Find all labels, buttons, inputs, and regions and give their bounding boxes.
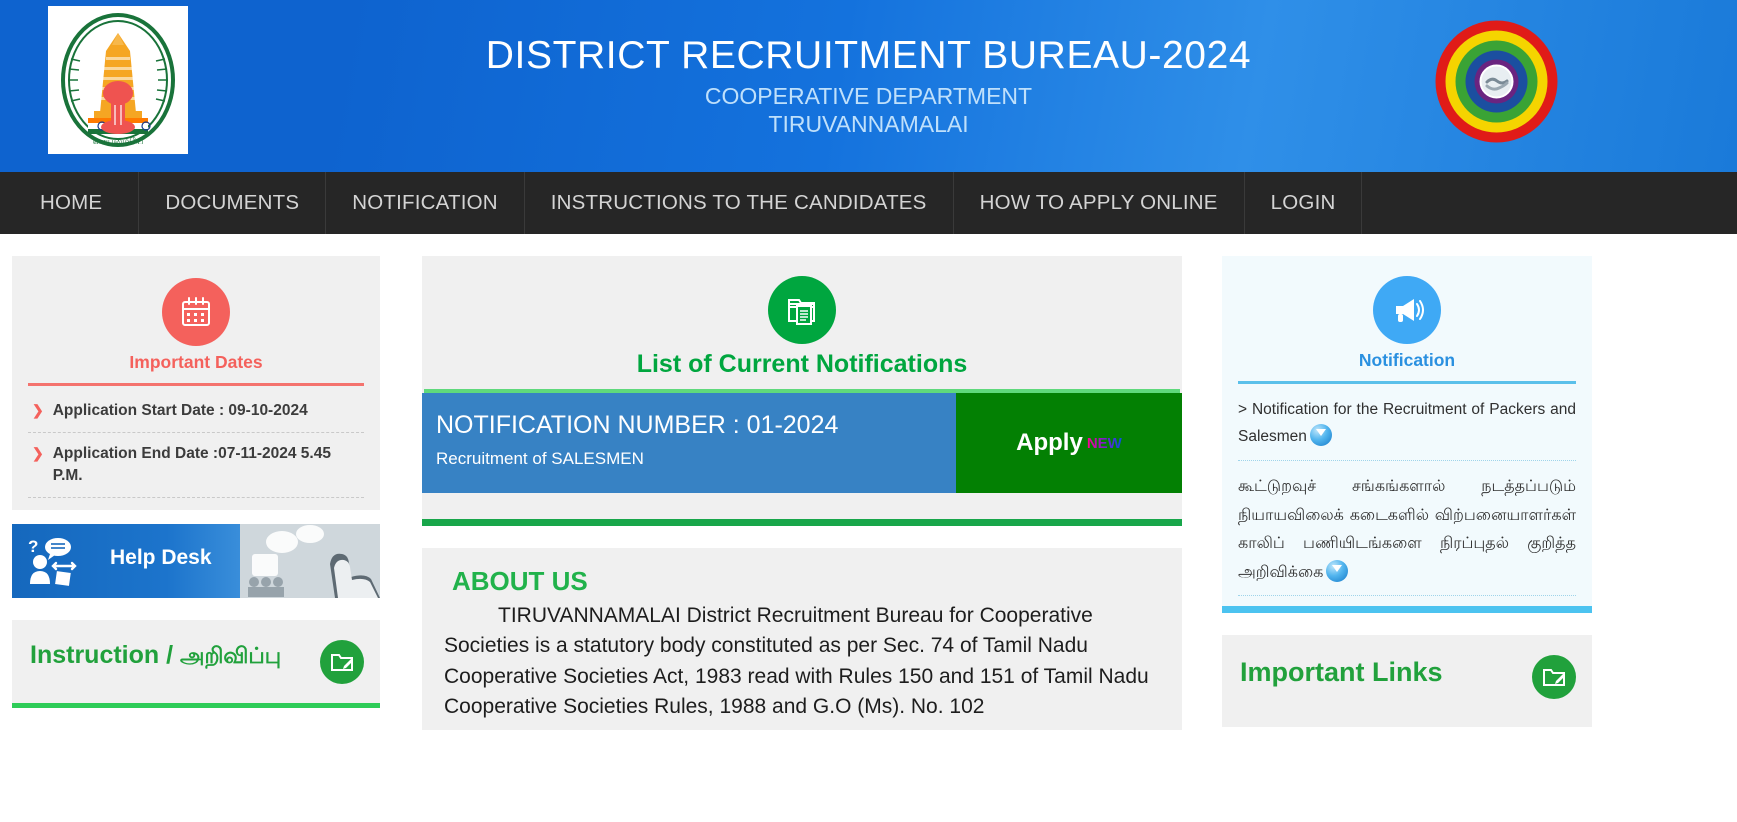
about-us-body: TIRUVANNAMALAI District Recruitment Bure…: [444, 604, 1149, 719]
download-icon[interactable]: [1326, 559, 1349, 582]
svg-text:?: ?: [28, 537, 38, 556]
cooperative-rainbow-logo-icon: [1433, 18, 1560, 145]
notice-text-tamil: கூட்டுறவுச் சங்கங்களால் நடத்தப்படும் நிய…: [1238, 478, 1576, 581]
help-desk-icon: ?: [28, 536, 80, 586]
current-notifications-card: List of Current Notifications NOTIFICATI…: [422, 256, 1182, 526]
nav-item-login[interactable]: LOGIN: [1245, 172, 1363, 234]
megaphone-icon: [1373, 276, 1441, 344]
instruction-title-ta: அறிவிப்பு: [180, 643, 282, 668]
main-content: List of Current Notifications NOTIFICATI…: [422, 256, 1182, 730]
help-desk-label: Help Desk: [110, 546, 212, 569]
chevron-right-icon: ❯: [32, 402, 44, 418]
tamil-nadu-emblem: வாய்மையே: [48, 6, 188, 154]
instruction-title: Instruction / அறிவிப்பு: [28, 634, 364, 682]
notifications-footer: [422, 493, 1182, 519]
divider: [12, 703, 380, 708]
important-dates-title: Important Dates: [129, 352, 263, 372]
nav-item-documents[interactable]: DOCUMENTS: [139, 172, 327, 234]
svg-text:வாய்மையே: வாய்மையே: [93, 136, 144, 146]
notice-list-item[interactable]: கூட்டுறவுச் சங்கங்களால் நடத்தப்படும் நிய…: [1238, 461, 1576, 597]
documents-folder-icon: [768, 276, 836, 344]
important-dates-list: ❯ Application Start Date : 09-10-2024 ❯ …: [28, 390, 364, 498]
page-body: Important Dates ❯ Application Start Date…: [0, 234, 1737, 730]
nav-item-notification[interactable]: NOTIFICATION: [326, 172, 525, 234]
download-icon[interactable]: [1309, 424, 1332, 447]
right-sidebar: Notification > Notification for the Recr…: [1222, 256, 1592, 728]
apply-button[interactable]: Apply NEW: [956, 393, 1182, 493]
important-links-title: Important Links: [1240, 657, 1443, 688]
divider: [422, 519, 1182, 526]
notification-info: NOTIFICATION NUMBER : 01-2024 Recruitmen…: [422, 393, 956, 493]
about-us-title: ABOUT US: [452, 566, 588, 596]
nav-item-home[interactable]: HOME: [0, 172, 140, 234]
notification-number: NOTIFICATION NUMBER : 01-2024: [436, 411, 839, 439]
notification-card-title: Notification: [1358, 350, 1456, 370]
nav-item-instructions[interactable]: INSTRUCTIONS TO THE CANDIDATES: [525, 172, 954, 234]
list-item: ❯ Application Start Date : 09-10-2024: [28, 390, 364, 433]
notification-card: Notification > Notification for the Recr…: [1222, 256, 1592, 614]
new-badge: NEW: [1086, 434, 1122, 452]
list-item: ❯ Application End Date :07-11-2024 5.45 …: [28, 433, 364, 498]
notification-row: NOTIFICATION NUMBER : 01-2024 Recruitmen…: [422, 393, 1182, 493]
application-start-date: Application Start Date : 09-10-2024: [52, 402, 308, 419]
help-desk-banner[interactable]: ? Help Desk: [12, 524, 380, 598]
notifications-title: List of Current Notifications: [636, 350, 968, 378]
help-desk-photo: [240, 524, 380, 598]
chevron-right-icon: ❯: [32, 445, 44, 461]
nav-item-how-to-apply[interactable]: HOW TO APPLY ONLINE: [954, 172, 1245, 234]
folder-edit-icon[interactable]: [1532, 655, 1576, 700]
notice-list-item[interactable]: > Notification for the Recruitment of Pa…: [1238, 384, 1576, 462]
divider: [28, 383, 364, 386]
notification-description: Recruitment of SALESMEN: [436, 449, 644, 468]
main-navigation: HOME DOCUMENTS NOTIFICATION INSTRUCTIONS…: [0, 172, 1737, 234]
folder-edit-icon[interactable]: [320, 640, 364, 684]
important-dates-card: Important Dates ❯ Application Start Date…: [12, 256, 380, 510]
instruction-title-en: Instruction /: [30, 641, 180, 669]
site-header: வாய்மையே DISTRICT RECRUITMENT BUREAU-202…: [0, 0, 1737, 172]
left-sidebar: Important Dates ❯ Application Start Date…: [12, 256, 380, 708]
about-us-card: ABOUT US TIRUVANNAMALAI District Recruit…: [422, 548, 1182, 730]
notice-text: > Notification for the Recruitment of Pa…: [1238, 401, 1576, 446]
important-links-card[interactable]: Important Links: [1222, 635, 1592, 728]
instruction-card[interactable]: Instruction / அறிவிப்பு: [12, 620, 380, 708]
calendar-icon: [162, 278, 230, 346]
apply-label: Apply: [1016, 429, 1083, 456]
application-end-date: Application End Date :07-11-2024 5.45 P.…: [52, 445, 331, 484]
